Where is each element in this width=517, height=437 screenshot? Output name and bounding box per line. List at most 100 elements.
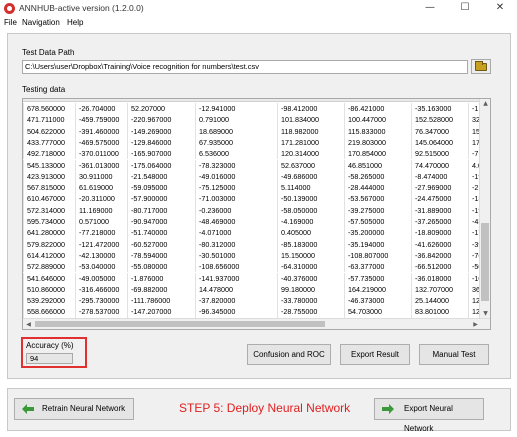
table-row[interactable]: 567.815000 61.619000 -59.095000 -75.125000 5… xyxy=(23,182,488,194)
table-cell: -69.882000 xyxy=(127,283,195,296)
scroll-right-icon[interactable]: ▶ xyxy=(470,319,481,329)
table-cell: -36.018000 xyxy=(411,272,468,284)
test-data-path-field[interactable]: C:\Users\user\Dropbox\Training\Voice rec… xyxy=(22,60,468,74)
table-cell: 541.646000 xyxy=(23,272,75,284)
table-cell: -58.050000 xyxy=(277,204,344,216)
table-row[interactable]: 423.913000 30.911000 -21.548000 -49.016000-… xyxy=(23,170,488,183)
table-row[interactable]: 572.314000 11.169000 -80.717000 -0.236000 -5… xyxy=(23,204,488,216)
browse-button[interactable] xyxy=(471,59,491,74)
table-row[interactable]: 572.889000 -53.040000 -55.080000 -108.65600… xyxy=(23,261,488,273)
table-cell: 54.703000 xyxy=(344,306,411,318)
table-row[interactable]: 504.622000 -391.460000 -149.269000 18.68900… xyxy=(23,125,490,137)
table-cell: 595.734000 xyxy=(23,216,75,228)
table-cell: 572.314000 xyxy=(23,204,75,216)
table-row[interactable]: 539.292000 -295.730000 -111.786000 -37.8200… xyxy=(23,295,490,307)
table-cell: -51.740000 xyxy=(127,227,195,239)
horizontal-scrollbar[interactable]: ◀ ▶ xyxy=(23,318,490,329)
table-cell: -0.236000 xyxy=(195,204,277,216)
manual-test-button[interactable]: Manual Test xyxy=(419,344,489,365)
table-row[interactable]: 641.280000 -77.218000 -51.740000 -4.071000 0… xyxy=(23,227,488,239)
export-neural-network-label: Export Neural Network xyxy=(404,404,453,433)
table-cell: 145.064000 xyxy=(411,136,468,149)
table-row[interactable]: 433.777000 -469.575000 -129.846000 67.93500… xyxy=(23,136,490,149)
table-cell: 433.777000 xyxy=(23,136,75,149)
table-cell: -370.011000 xyxy=(75,148,127,160)
export-neural-network-button[interactable]: Export Neural Network xyxy=(374,398,484,433)
table-cell: -147.207000 xyxy=(127,306,195,318)
table-cell: 504.622000 xyxy=(23,125,75,137)
menu-help[interactable]: Help xyxy=(67,18,83,27)
table-cell: -108.656000 xyxy=(195,261,277,273)
table-cell: 539.292000 xyxy=(23,295,75,307)
table-cell: -36.842000 xyxy=(411,249,468,262)
table-cell: 101.834000 xyxy=(277,114,344,126)
maximize-button[interactable]: ☐ xyxy=(448,0,482,17)
table-cell: -18.809000 xyxy=(411,227,468,239)
table-cell: 18.689000 xyxy=(195,125,277,137)
table-cell: -20.311000 xyxy=(75,193,127,205)
table-row[interactable]: 614.412000 -42.130000 -78.594000 -30.501000… xyxy=(23,249,488,262)
confusion-roc-button[interactable]: Confusion and ROC xyxy=(247,344,331,365)
table-cell: 492.718000 xyxy=(23,148,75,160)
table-cell: 74.470000 xyxy=(411,159,468,171)
table-row[interactable]: 510.860000 -316.466000 -69.882000 14.478000… xyxy=(23,283,490,296)
table-row[interactable]: 471.711000 -459.759000 -220.967000 0.791000… xyxy=(23,114,490,126)
table-cell: -1.876000 xyxy=(127,272,195,284)
table-cell: -66.512000 xyxy=(411,261,468,273)
table-cell: 132.707000 xyxy=(411,283,468,296)
table-cell: -64.310000 xyxy=(277,261,344,273)
table-cell: -4.169000 xyxy=(277,216,344,228)
table-cell: -49.005000 xyxy=(75,272,127,284)
table-cell: 5.114000 xyxy=(277,182,344,194)
table-cell: -41.626000 xyxy=(411,238,468,250)
accuracy-group: Accuracy (%) 94 xyxy=(21,337,87,368)
table-cell: -37.265000 xyxy=(411,216,468,228)
menu-navigation[interactable]: Navigation xyxy=(22,18,60,27)
table-row[interactable]: 595.734000 0.571000 -90.947000 -48.469000 -4… xyxy=(23,216,488,228)
table-cell: -316.466000 xyxy=(75,283,127,296)
table-cell: -59.095000 xyxy=(127,182,195,194)
testing-data-grid[interactable]: 678.560000 -26.704000 52.207000 -12.941000-… xyxy=(22,98,491,330)
vertical-scroll-thumb[interactable] xyxy=(481,223,489,301)
table-cell: -129.846000 xyxy=(127,136,195,149)
table-cell: -111.786000 xyxy=(127,295,195,307)
horizontal-scroll-thumb[interactable] xyxy=(35,321,325,327)
retrain-button[interactable]: Retrain Neural Network xyxy=(14,398,134,420)
table-row[interactable]: 610.467000 -20.311000 -57.900000 -71.003000… xyxy=(23,193,488,205)
table-cell: 558.666000 xyxy=(23,306,75,318)
window-title: ANNHUB-active version (1.2.0.0) xyxy=(19,3,144,13)
table-cell: 115.833000 xyxy=(344,125,411,137)
table-cell: -71.003000 xyxy=(195,193,277,205)
table-cell: 25.144000 xyxy=(411,295,468,307)
vertical-scrollbar[interactable]: ▲ ▼ xyxy=(479,99,490,319)
table-cell: -220.967000 xyxy=(127,114,195,126)
scroll-up-icon[interactable]: ▲ xyxy=(480,99,490,109)
table-cell: 83.801000 xyxy=(411,306,468,318)
table-cell: -30.501000 xyxy=(195,249,277,262)
testing-data-label: Testing data xyxy=(22,85,66,94)
menu-file[interactable]: File xyxy=(4,18,17,27)
table-cell: -33.780000 xyxy=(277,295,344,307)
table-cell: 76.347000 xyxy=(411,125,468,137)
table-cell: 678.560000 xyxy=(23,103,75,115)
table-row[interactable]: 492.718000 -370.011000 -165.907000 6.536000… xyxy=(23,148,490,160)
table-row[interactable]: 545.133000 -361.013000 -175.064000 -78.3230… xyxy=(23,159,490,171)
table-cell: -31.889000 xyxy=(411,204,468,216)
table-cell: -40.376000 xyxy=(277,272,344,284)
minimize-button[interactable]: — xyxy=(413,0,447,17)
scroll-left-icon[interactable]: ◀ xyxy=(23,319,34,329)
table-cell: -12.941000 xyxy=(195,103,277,115)
table-cell: 572.889000 xyxy=(23,261,75,273)
table-cell: 423.913000 xyxy=(23,170,75,183)
table-cell: -90.947000 xyxy=(127,216,195,228)
accuracy-label: Accuracy (%) xyxy=(26,341,74,350)
close-button[interactable]: ✕ xyxy=(483,0,517,17)
test-data-path-label: Test Data Path xyxy=(22,48,75,57)
table-row[interactable]: 541.646000 -49.005000 -1.876000 -141.937000… xyxy=(23,272,488,284)
table-row[interactable]: 558.666000 -278.537000 -147.207000 -96.3450… xyxy=(23,306,490,318)
table-cell: 171.281000 xyxy=(277,136,344,149)
table-cell: 567.815000 xyxy=(23,182,75,194)
export-result-button[interactable]: Export Result xyxy=(340,344,410,365)
table-row[interactable]: 678.560000 -26.704000 52.207000 -12.941000-… xyxy=(23,103,490,115)
table-row[interactable]: 579.822000 -121.472000 -60.527000 -80.31200… xyxy=(23,238,488,250)
